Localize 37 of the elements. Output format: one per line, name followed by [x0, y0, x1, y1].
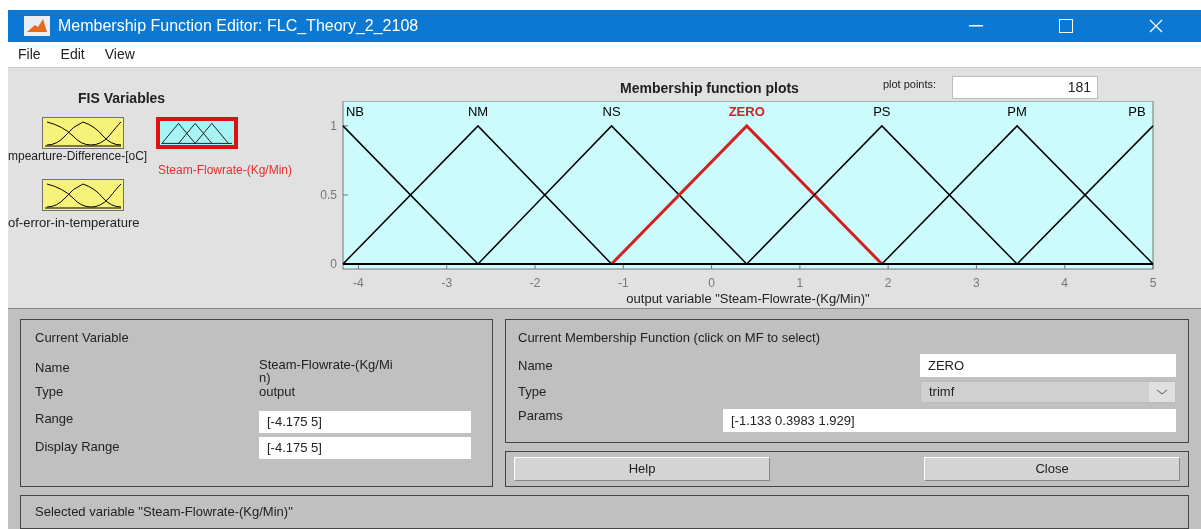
y-tick-label: 0: [330, 257, 337, 272]
curve-label: NM: [467, 104, 489, 119]
panel-title: Current Membership Function (click on MF to select): [518, 329, 821, 347]
field-label: Type: [518, 382, 547, 401]
x-tick-label: 2: [884, 276, 892, 290]
x-tick-label: -1: [617, 276, 629, 290]
curve-label: PS: [873, 104, 891, 119]
curve-label: PM: [1007, 104, 1027, 119]
curve-label: ZERO: [728, 104, 765, 119]
section-title: FIS Variables: [78, 89, 167, 108]
field-label: Name: [518, 356, 553, 375]
y-tick-label: 1: [330, 118, 337, 133]
field-label: Type: [35, 382, 65, 401]
y-tick-label: 0.5: [320, 187, 337, 202]
status-message: Selected variable "Steam-Flowrate-(Kg/Min)": [35, 504, 293, 519]
curve-label: NS: [602, 104, 621, 119]
x-tick-label: -2: [529, 276, 541, 290]
plot-points-label: plot points:: [882, 77, 937, 92]
x-tick-label: 4: [1061, 276, 1069, 290]
field-label: Display Range: [35, 438, 121, 456]
curve-label: PB: [1128, 104, 1146, 119]
field-label: Range: [35, 410, 75, 428]
x-tick-label: 3: [973, 276, 980, 290]
x-tick-label: 0: [708, 276, 715, 290]
x-tick-label: -3: [441, 276, 453, 290]
x-axis-label: output variable "Steam-Flowrate-(Kg/Min)": [626, 291, 870, 306]
panel-title: Current Variable: [35, 329, 130, 347]
x-tick-label: 1: [796, 276, 804, 290]
field-label: Name: [35, 358, 71, 377]
variable-name-continuation: n): [259, 371, 271, 384]
field-label: Params: [518, 406, 563, 425]
x-tick-label: 5: [1149, 276, 1157, 290]
curve-label: NB: [345, 104, 365, 119]
plot-title: Membership function plots: [620, 79, 799, 98]
x-tick-label: -4: [353, 276, 364, 290]
variable-name: Steam-Flowrate-(Kg/Mi: [259, 357, 394, 372]
window-title: Membership Function Editor: FLC_Theory_2_2108: [58, 16, 419, 36]
